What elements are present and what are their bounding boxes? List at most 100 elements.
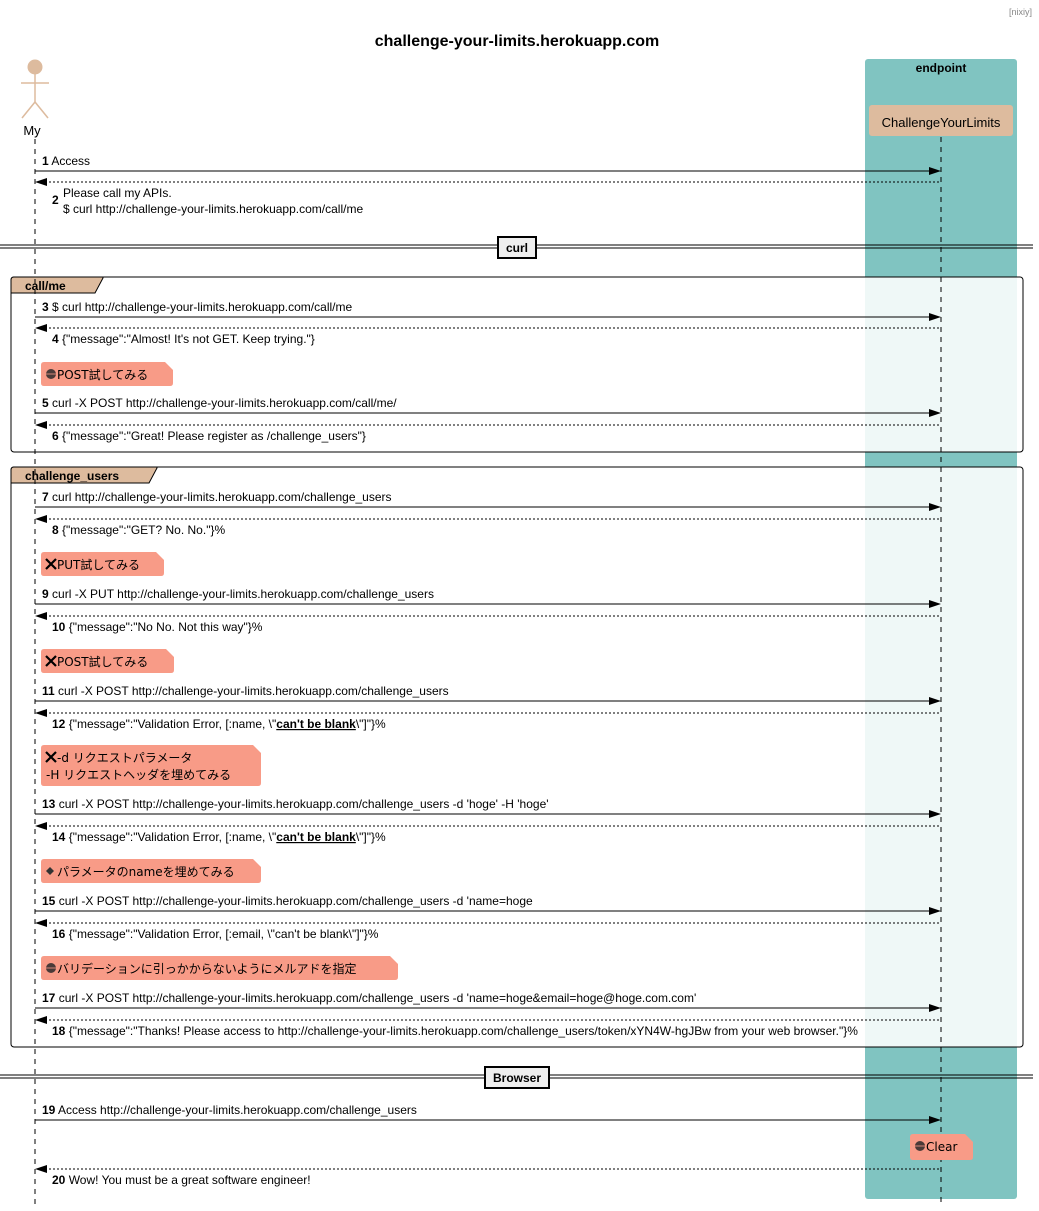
message-number: 18 — [52, 1024, 66, 1038]
message-12: 12 {"message":"Validation Error, [:name,… — [35, 709, 941, 731]
divider-label: curl — [506, 241, 528, 255]
note: パラメータのnameを埋めてみる — [41, 859, 261, 883]
message-4: 4 {"message":"Almost! It's not GET. Keep… — [35, 324, 941, 346]
header-tag: [nixiy] — [1009, 7, 1032, 17]
message-13: 13 curl -X POST http://challenge-your-li… — [35, 797, 941, 818]
participant-challengeyourlimits: ChallengeYourLimits — [869, 105, 1013, 136]
note: Clear — [910, 1134, 973, 1160]
endpoint-box-label: endpoint — [916, 61, 967, 75]
message-10: 10 {"message":"No No. Not this way"}% — [35, 612, 941, 634]
message-label: {"message":"GET? No. No."}% — [59, 523, 226, 537]
circle-icon — [915, 1141, 925, 1151]
message-text: 9 curl -X PUT http://challenge-your-limi… — [42, 587, 434, 601]
note-text: Clear — [926, 1140, 957, 1154]
message-16: 16 {"message":"Validation Error, [:email… — [35, 919, 941, 941]
actor-head-icon — [27, 59, 43, 75]
sequence-diagram: [nixiy] challenge-your-limits.herokuapp.… — [0, 7, 1033, 1205]
message-text: 7 curl http://challenge-your-limits.hero… — [42, 490, 392, 504]
message-text: 15 curl -X POST http://challenge-your-li… — [42, 894, 533, 908]
message-9: 9 curl -X PUT http://challenge-your-limi… — [35, 587, 941, 608]
message-7: 7 curl http://challenge-your-limits.hero… — [35, 490, 941, 511]
message-text: 14 {"message":"Validation Error, [:name,… — [52, 830, 386, 844]
message-label: Wow! You must be a great software engine… — [65, 1173, 310, 1187]
arrowhead-icon — [35, 1016, 47, 1024]
note-text: PUT試してみる — [57, 557, 140, 572]
message-3: 3 $ curl http://challenge-your-limits.he… — [35, 300, 941, 321]
message-text: 16 {"message":"Validation Error, [:email… — [52, 927, 379, 941]
group-label: challenge_users — [25, 469, 119, 483]
message-number: 19 — [42, 1103, 56, 1117]
note: -d リクエストパラメータ -H リクエストヘッダを埋めてみる — [41, 745, 261, 786]
actor-my: My — [21, 59, 49, 138]
message-label: curl -X POST http://challenge-your-limit… — [55, 894, 533, 908]
message-2: 2 Please call my APIs. $ curl http://chall… — [35, 178, 941, 216]
circle-icon — [46, 369, 56, 379]
message-17: 17 curl -X POST http://challenge-your-li… — [35, 991, 941, 1012]
message-text: 1 Access — [42, 154, 90, 168]
arrowhead-icon — [35, 709, 47, 717]
message-text: 12 {"message":"Validation Error, [:name,… — [52, 717, 386, 731]
message-label: $ curl http://challenge-your-limits.hero… — [49, 300, 353, 314]
arrowhead-icon — [35, 1165, 47, 1173]
message-label-post: \"]"}% — [356, 717, 386, 731]
message-label: curl -X POST http://challenge-your-limit… — [55, 684, 449, 698]
message-label-post: \"]"}% — [356, 830, 386, 844]
message-number: 13 — [42, 797, 56, 811]
arrowhead-icon — [35, 515, 47, 523]
message-text: 18 {"message":"Thanks! Please access to … — [52, 1024, 858, 1038]
message-label: {"message":"Great! Please register as /c… — [59, 429, 366, 443]
message-label-emphasis: can't be blank — [276, 830, 356, 844]
note: POST試してみる — [41, 362, 173, 386]
message-label: curl -X POST http://challenge-your-limit… — [49, 396, 398, 410]
participant-label: ChallengeYourLimits — [882, 115, 1001, 130]
message-label: {"message":"Almost! It's not GET. Keep t… — [59, 332, 315, 346]
message-text: 3 $ curl http://challenge-your-limits.he… — [42, 300, 352, 314]
message-label: curl -X POST http://challenge-your-limit… — [55, 991, 696, 1005]
message-8: 8 {"message":"GET? No. No."}% — [35, 515, 941, 537]
note-text: パラメータのnameを埋めてみる — [57, 865, 235, 879]
message-label: {"message":"No No. Not this way"}% — [65, 620, 262, 634]
message-number: 12 — [52, 717, 66, 731]
message-label: Access http://challenge-your-limits.hero… — [55, 1103, 417, 1117]
message-text: 4 {"message":"Almost! It's not GET. Keep… — [52, 332, 315, 346]
message-6: 6 {"message":"Great! Please register as … — [35, 421, 941, 443]
message-text: 10 {"message":"No No. Not this way"}% — [52, 620, 263, 634]
message-label-pre: {"message":"Validation Error, [:name, \" — [65, 717, 276, 731]
message-text: 8 {"message":"GET? No. No."}% — [52, 523, 225, 537]
message-number: 11 — [42, 684, 55, 698]
message-label: curl http://challenge-your-limits.heroku… — [49, 490, 392, 504]
note-text: -d リクエストパラメータ — [57, 751, 192, 765]
arrowhead-icon — [35, 919, 47, 927]
arrowhead-icon — [35, 324, 47, 332]
message-number: 17 — [42, 991, 56, 1005]
message-text: 13 curl -X POST http://challenge-your-li… — [42, 797, 549, 811]
message-text: 6 {"message":"Great! Please register as … — [52, 429, 366, 443]
note-text: バリデーションに引っかからないようにメルアドを指定 — [57, 961, 357, 976]
message-14: 14 {"message":"Validation Error, [:name,… — [35, 822, 941, 844]
message-text: 11 curl -X POST http://challenge-your-li… — [42, 684, 449, 698]
diagram-title: challenge-your-limits.herokuapp.com — [375, 33, 660, 50]
message-text: 20 Wow! You must be a great software eng… — [52, 1173, 311, 1187]
note: PUT試してみる — [41, 552, 164, 576]
arrowhead-icon — [35, 612, 47, 620]
message-label-emphasis: can't be blank — [276, 717, 356, 731]
message-1: 1 Access — [35, 154, 941, 175]
group-label: call/me — [25, 279, 66, 293]
divider-label: Browser — [493, 1071, 541, 1085]
note: POST試してみる — [41, 649, 174, 673]
message-text: 5 curl -X POST http://challenge-your-lim… — [42, 396, 397, 410]
circle-icon — [46, 963, 56, 973]
message-19: 19 Access http://challenge-your-limits.h… — [35, 1103, 941, 1124]
note: バリデーションに引っかからないようにメルアドを指定 — [41, 956, 398, 980]
message-label: Access — [49, 154, 90, 168]
message-number: 10 — [52, 620, 66, 634]
message-label: {"message":"Validation Error, [:email, \… — [65, 927, 378, 941]
message-11: 11 curl -X POST http://challenge-your-li… — [35, 684, 941, 705]
arrowhead-icon — [35, 421, 47, 429]
message-number: 16 — [52, 927, 66, 941]
message-number: 14 — [52, 830, 66, 844]
message-text: 19 Access http://challenge-your-limits.h… — [42, 1103, 417, 1117]
actor-label: My — [23, 123, 41, 138]
message-number: 15 — [42, 894, 56, 908]
message-label-pre: {"message":"Validation Error, [:name, \" — [65, 830, 276, 844]
